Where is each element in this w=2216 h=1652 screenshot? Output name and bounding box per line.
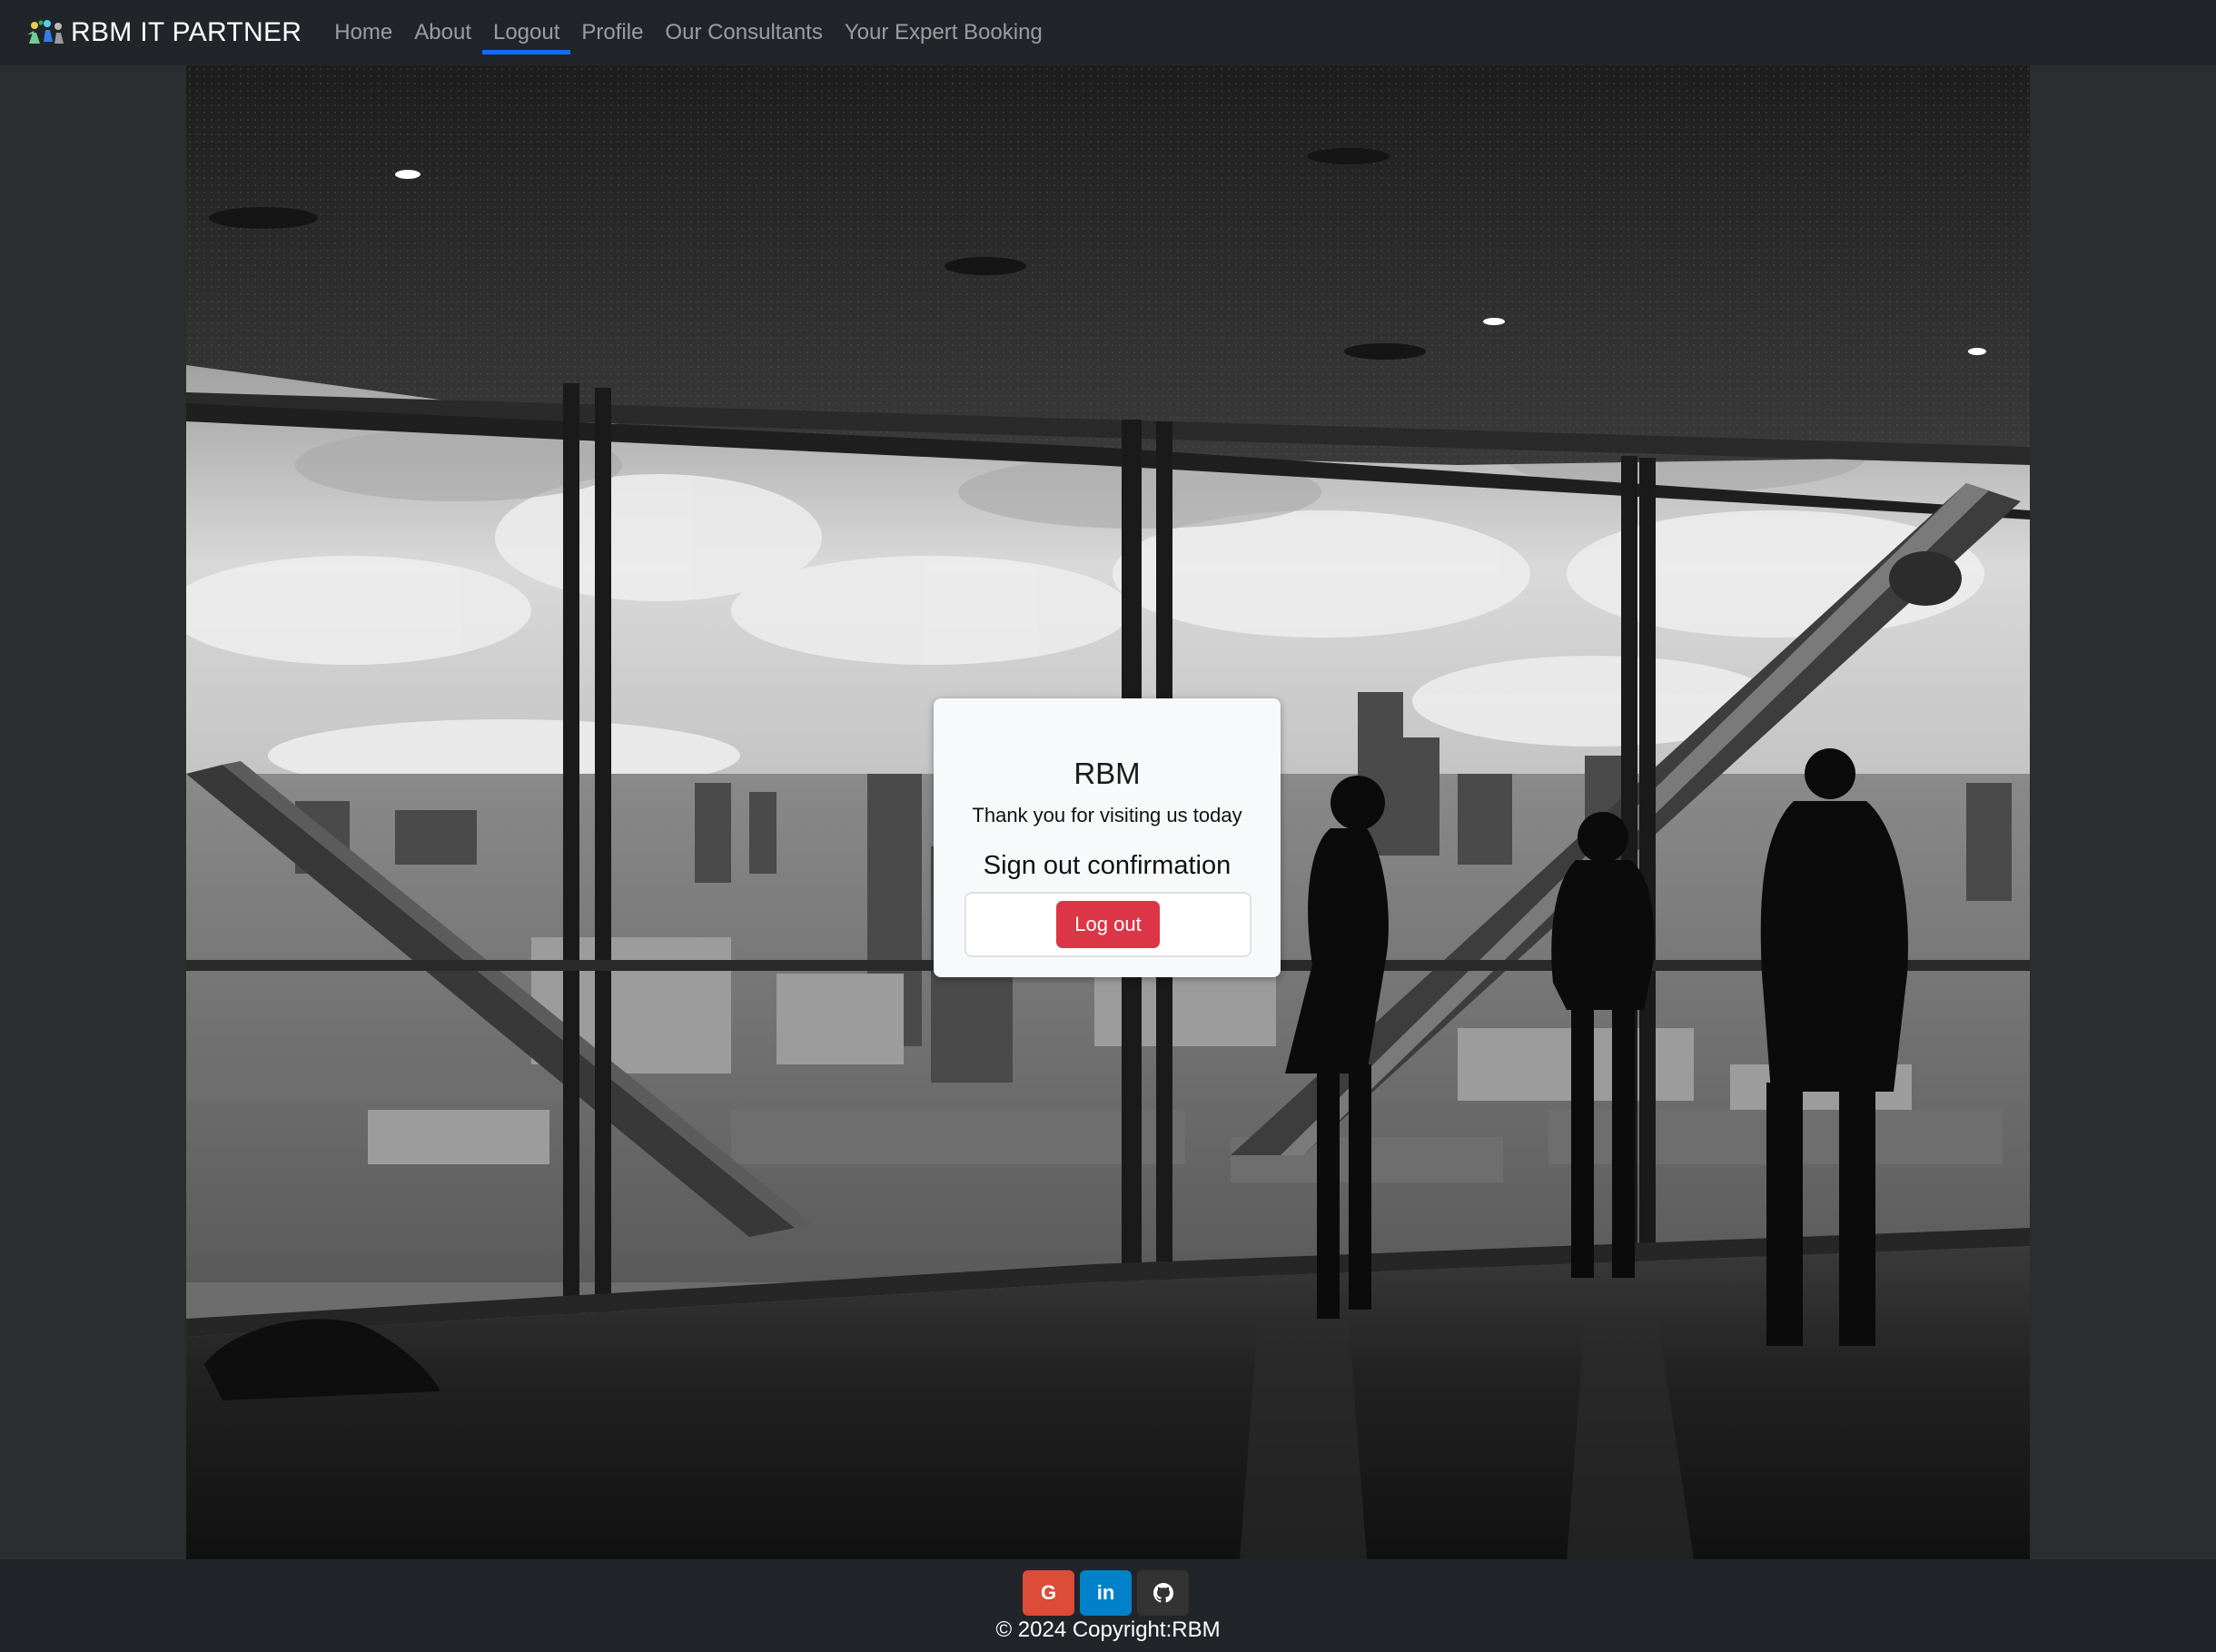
logout-card: RBM Thank you for visiting us today Sign… — [934, 698, 1281, 977]
nav-logout-link[interactable]: Logout — [481, 0, 571, 65]
sign-out-heading: Sign out confirmation — [983, 851, 1232, 880]
google-icon: G — [1040, 1581, 1057, 1604]
google-button[interactable]: G — [1023, 1570, 1074, 1616]
navbar: RBM IT PARTNER Home About Logout Profile… — [0, 0, 2216, 65]
brand-name: RBM IT PARTNER — [71, 17, 302, 47]
nav-home-link[interactable]: Home — [323, 0, 403, 65]
github-button[interactable] — [1137, 1570, 1189, 1616]
brand-logo-icon — [27, 20, 64, 44]
nav-profile-link[interactable]: Profile — [570, 0, 654, 65]
nav-about-link[interactable]: About — [403, 0, 482, 65]
brand-link[interactable]: RBM IT PARTNER — [25, 0, 302, 65]
logout-button[interactable]: Log out — [1056, 901, 1160, 948]
card-subtitle: Thank you for visiting us today — [972, 804, 1242, 826]
card-title: RBM — [1073, 757, 1141, 790]
github-icon — [1153, 1583, 1173, 1603]
nav-expert-booking-link[interactable]: Your Expert Booking — [834, 0, 1054, 65]
social-links: G in — [1023, 1570, 1189, 1616]
logout-form: Log out — [965, 892, 1251, 957]
nav-consultants-link[interactable]: Our Consultants — [654, 0, 833, 65]
linkedin-icon: in — [1096, 1581, 1115, 1604]
copyright-text: © 2024 Copyright:RBM — [995, 1617, 1221, 1642]
nav-links: Home About Logout Profile Our Consultant… — [323, 0, 1054, 65]
footer: G in © 2024 Copyright:RBM — [0, 1559, 2216, 1652]
linkedin-button[interactable]: in — [1080, 1570, 1132, 1616]
